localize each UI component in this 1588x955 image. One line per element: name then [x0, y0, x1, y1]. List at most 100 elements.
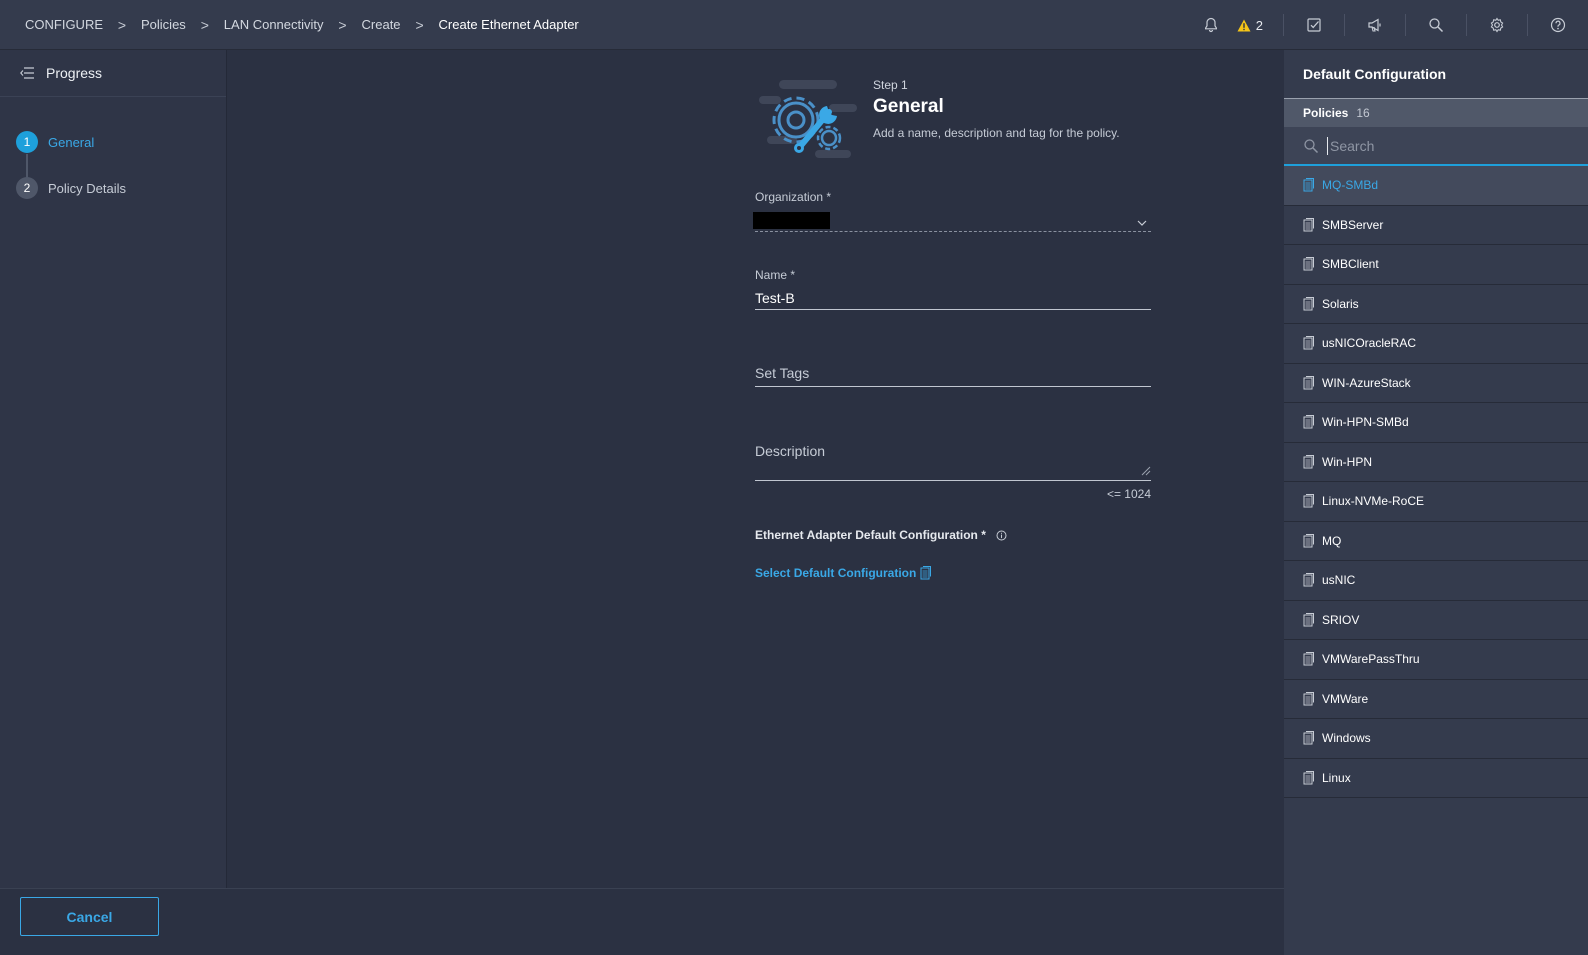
warning-alerts[interactable]: 2 [1237, 18, 1263, 33]
search-button[interactable] [1406, 0, 1466, 50]
policy-item[interactable]: Win-HPN [1284, 443, 1588, 482]
policy-label: usNICOracleRAC [1322, 336, 1417, 351]
breadcrumb-separator: > [338, 16, 347, 33]
policy-label: SMBServer [1322, 217, 1384, 232]
document-list-icon [1303, 731, 1314, 745]
checklist-icon [1306, 17, 1322, 33]
checklist-button[interactable] [1284, 0, 1344, 50]
policy-item[interactable]: VMWare [1284, 680, 1588, 719]
panel-title: Default Configuration [1284, 50, 1588, 99]
policy-label: Win-HPN-SMBd [1322, 415, 1409, 430]
sidebar-header: Progress [0, 50, 226, 97]
document-list-icon [1303, 652, 1314, 666]
description-textarea[interactable]: Description [755, 443, 1151, 481]
step-policy-details[interactable]: 2 Policy Details [0, 165, 226, 211]
policy-label: Windows [1322, 731, 1371, 746]
collapse-menu-icon[interactable] [20, 67, 34, 79]
policy-item[interactable]: MQ-SMBd [1284, 166, 1588, 206]
search-icon [1303, 138, 1319, 154]
breadcrumb-separator: > [415, 16, 424, 33]
breadcrumb-create[interactable]: Create [362, 17, 401, 32]
name-field: Name * Test-B [755, 268, 1151, 310]
policy-label: WIN-AzureStack [1322, 375, 1411, 390]
document-list-icon [1303, 217, 1314, 232]
step-description: Add a name, description and tag for the … [873, 126, 1120, 140]
policy-item[interactable]: VMWarePassThru [1284, 640, 1588, 680]
policy-label: Linux-NVMe-RoCE [1322, 494, 1425, 509]
breadcrumb-current: Create Ethernet Adapter [438, 17, 579, 32]
document-list-icon [1303, 375, 1314, 390]
breadcrumb-policies[interactable]: Policies [141, 17, 186, 32]
policy-item[interactable]: SMBServer [1284, 206, 1588, 245]
policy-label: Win-HPN [1322, 454, 1372, 469]
document-list-icon [1303, 415, 1314, 429]
set-tags-input[interactable]: Set Tags [755, 365, 1151, 387]
bell-icon[interactable] [1203, 17, 1219, 33]
top-bar: CONFIGURE > Policies > LAN Connectivity … [0, 0, 1588, 50]
eth-config-field: Ethernet Adapter Default Configuration * [755, 528, 1151, 542]
step-header: Step 1 General Add a name, description a… [755, 76, 1155, 160]
policy-label: VMWare [1322, 691, 1369, 706]
policy-item[interactable]: Windows [1284, 719, 1588, 759]
document-list-icon [916, 566, 932, 580]
policies-search [1284, 127, 1588, 166]
document-list-icon [1303, 454, 1314, 469]
policy-label: VMWarePassThru [1322, 652, 1420, 667]
description-placeholder: Description [755, 443, 826, 459]
info-icon[interactable] [996, 530, 1007, 541]
organization-label: Organization * [755, 190, 832, 204]
resize-grip-icon[interactable] [1139, 463, 1151, 479]
policy-label: Linux [1322, 770, 1351, 785]
document-list-icon [1303, 296, 1314, 311]
policy-item[interactable]: SMBClient [1284, 245, 1588, 285]
chevron-down-icon [1137, 214, 1147, 229]
step-number: 2 [16, 177, 38, 199]
step-indicator: Step 1 [873, 78, 908, 92]
announcements-button[interactable] [1345, 0, 1405, 50]
redacted-value [753, 212, 830, 229]
select-default-configuration-link[interactable]: Select Default Configuration [755, 566, 1151, 580]
policy-label: usNIC [1322, 573, 1356, 588]
policies-header: Policies 16 [1284, 99, 1588, 127]
help-button[interactable] [1528, 0, 1588, 50]
steps-list: 1 General 2 Policy Details [0, 97, 226, 211]
help-icon [1550, 17, 1566, 33]
name-input[interactable]: Test-B [755, 288, 1151, 310]
progress-sidebar: Progress 1 General 2 Policy Details [0, 50, 227, 888]
breadcrumb-configure[interactable]: CONFIGURE [25, 17, 103, 32]
policy-item[interactable]: SRIOV [1284, 601, 1588, 640]
policy-item[interactable]: MQ [1284, 522, 1588, 561]
policy-item[interactable]: usNICOracleRAC [1284, 324, 1588, 364]
document-list-icon [1303, 494, 1314, 508]
megaphone-icon [1367, 17, 1383, 33]
main-form: Step 1 General Add a name, description a… [753, 76, 1155, 580]
policy-item[interactable]: Linux [1284, 759, 1588, 798]
sidebar-title: Progress [46, 65, 103, 81]
alerts-group: 2 [1203, 0, 1283, 50]
policy-label: Solaris [1322, 296, 1359, 311]
organization-select[interactable] [753, 210, 1151, 232]
policy-label: SRIOV [1322, 612, 1360, 627]
policy-item[interactable]: Solaris [1284, 285, 1588, 324]
name-label: Name * [755, 268, 796, 282]
select-default-field: Select Default Configuration [755, 566, 1151, 580]
policy-item[interactable]: usNIC [1284, 561, 1588, 601]
document-list-icon [1303, 573, 1314, 587]
bottom-bar: Cancel [0, 888, 1284, 955]
policy-search-input[interactable] [1327, 136, 1557, 155]
policy-item[interactable]: WIN-AzureStack [1284, 364, 1588, 403]
step-general[interactable]: 1 General [0, 119, 226, 165]
policy-item[interactable]: Linux-NVMe-RoCE [1284, 482, 1588, 522]
settings-button[interactable] [1467, 0, 1527, 50]
cancel-button[interactable]: Cancel [20, 897, 159, 936]
tags-field: Set Tags [755, 365, 1151, 387]
step-number: 1 [16, 131, 38, 153]
policy-label: MQ-SMBd [1322, 178, 1379, 193]
document-list-icon [1303, 336, 1314, 350]
policies-label: Policies [1303, 106, 1349, 120]
warning-icon [1237, 19, 1251, 32]
top-icons: 2 [1203, 0, 1588, 50]
breadcrumb-lan-connectivity[interactable]: LAN Connectivity [224, 17, 324, 32]
document-list-icon [1303, 178, 1314, 192]
policy-item[interactable]: Win-HPN-SMBd [1284, 403, 1588, 443]
